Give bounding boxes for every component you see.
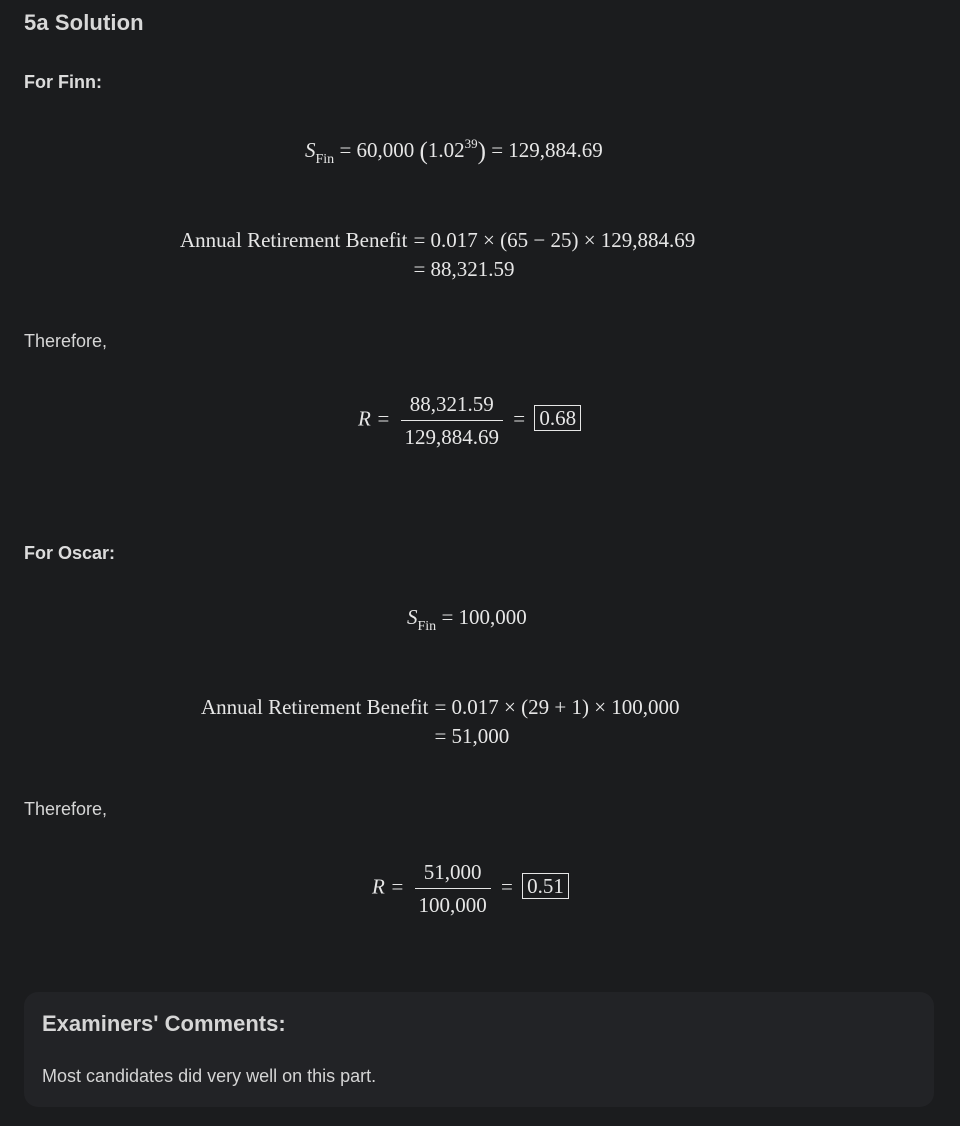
finn-s-var: S <box>305 138 316 162</box>
finn-r-numerator: 88,321.59 <box>400 392 503 421</box>
finn-salary-equation: SFin = 60,000 (1.0239) = 129,884.69 <box>305 136 603 167</box>
finn-therefore: Therefore, <box>24 331 108 351</box>
oscar-r-eq: = <box>501 874 513 899</box>
finn-r-var: R = <box>358 406 391 431</box>
oscar-r-var: R = <box>372 874 405 899</box>
examiners-comments-title: Examiners' Comments: <box>42 1011 286 1036</box>
oscar-s-result: = 100,000 <box>441 605 527 629</box>
finn-benefit-rhs1: = 0.017 × (65 − 25) × 129,884.69 <box>413 228 696 252</box>
oscar-s-var: S <box>407 605 418 629</box>
finn-benefit-lhs: Annual Retirement Benefit <box>180 228 408 252</box>
finn-s-sub: Fin <box>315 152 335 167</box>
oscar-benefit-rhs2: = 51,000 <box>434 724 510 748</box>
oscar-salary-equation: SFin = 100,000 <box>407 605 527 635</box>
finn-benefit-rhs2: = 88,321.59 <box>413 257 515 281</box>
finn-s-prefix: = 60,000 <box>339 138 415 162</box>
section-title: 5a Solution <box>24 10 144 35</box>
examiners-comments-text: Most candidates did very well on this pa… <box>42 1066 377 1086</box>
finn-benefit-equation: Annual Retirement Benefit = 0.017 × (65 … <box>180 228 695 282</box>
oscar-r-denominator: 100,000 <box>418 893 487 917</box>
finn-ratio-fraction: 88,321.59 129,884.69 <box>400 392 503 449</box>
oscar-therefore: Therefore, <box>24 799 108 819</box>
finn-s-result: = 129,884.69 <box>491 138 603 162</box>
oscar-ratio-fraction: 51,000 100,000 <box>414 860 491 917</box>
oscar-r-numerator: 51,000 <box>414 860 491 889</box>
oscar-benefit-equation: Annual Retirement Benefit = 0.017 × (29 … <box>201 695 680 749</box>
oscar-ratio-equation: R = 51,000 100,000 = 0.51 <box>372 860 569 917</box>
oscar-s-sub: Fin <box>417 619 437 634</box>
finn-r-result: 0.68 <box>534 405 582 432</box>
oscar-benefit-lhs: Annual Retirement Benefit <box>201 695 429 719</box>
finn-r-eq: = <box>513 406 526 431</box>
oscar-benefit-rhs1: = 0.017 × (29 + 1) × 100,000 <box>434 695 680 719</box>
oscar-label: For Oscar: <box>24 543 116 563</box>
finn-r-denominator: 129,884.69 <box>404 425 500 449</box>
finn-s-base: 1.02 <box>427 138 465 162</box>
examiners-comments-panel <box>24 992 934 1107</box>
finn-s-exp: 39 <box>464 136 478 151</box>
oscar-r-result: 0.51 <box>522 873 569 900</box>
finn-ratio-equation: R = 88,321.59 129,884.69 = 0.68 <box>358 392 582 449</box>
finn-label: For Finn: <box>24 72 102 92</box>
